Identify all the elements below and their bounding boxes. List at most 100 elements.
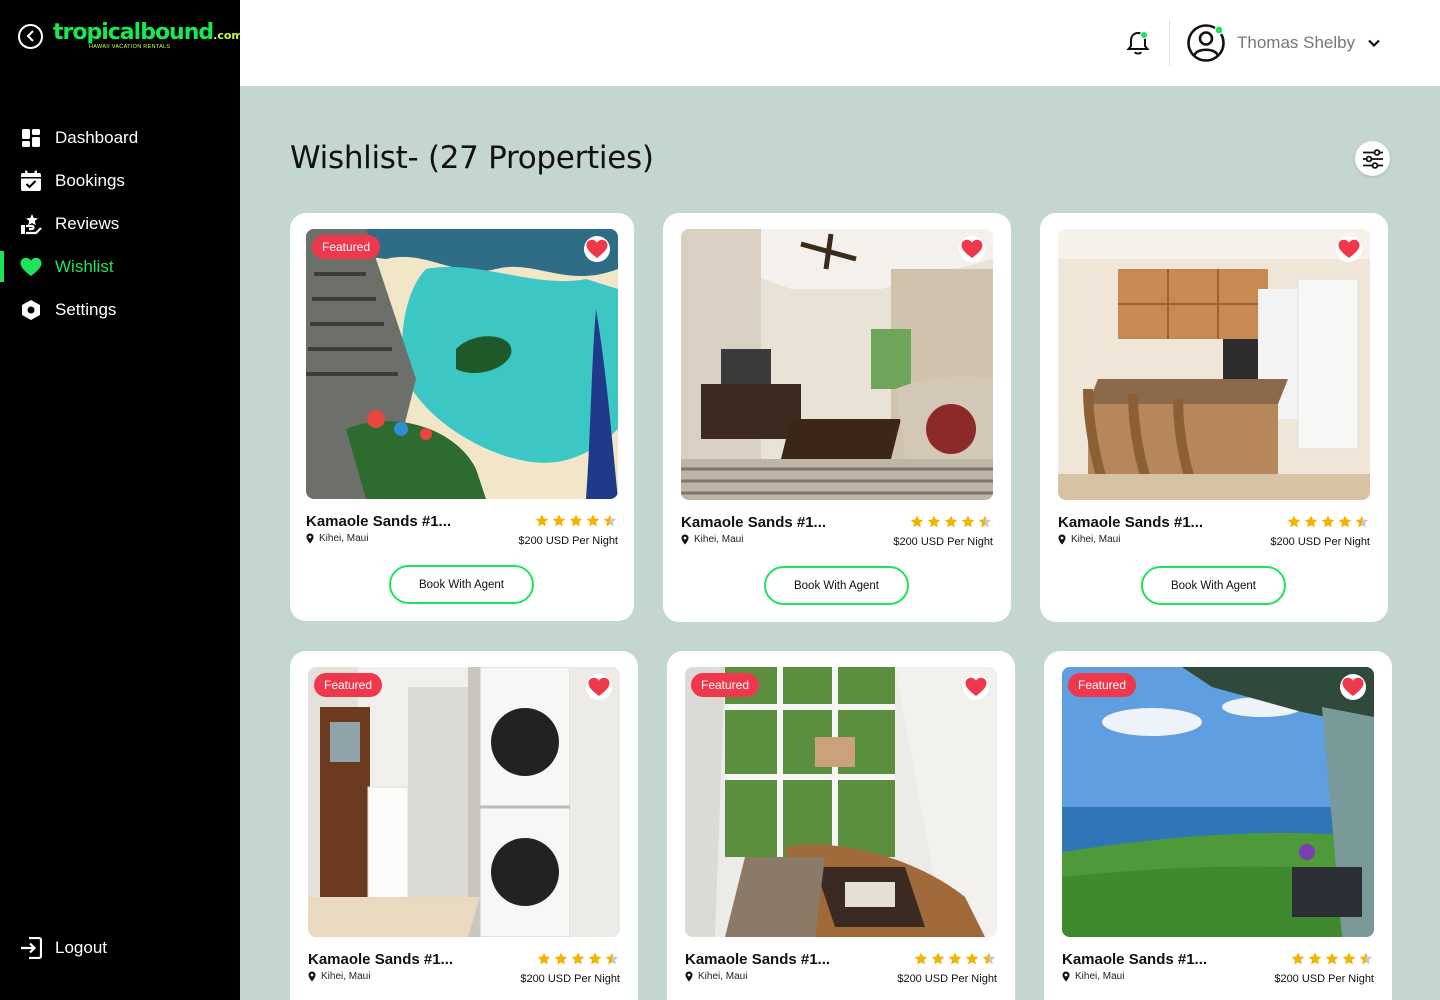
sidebar-item-label: Wishlist xyxy=(55,256,114,276)
featured-badge: Featured xyxy=(1068,673,1137,697)
heart-icon xyxy=(1338,239,1360,258)
property-card[interactable]: Kamaole Sands #1... Kihei, Maui $200 USD… xyxy=(1040,213,1388,622)
wishlist-heart-button[interactable] xyxy=(1336,236,1362,262)
sidebar-item-settings[interactable]: Settings xyxy=(0,288,240,331)
avatar xyxy=(1186,23,1226,63)
location-label: Kihei, Maui xyxy=(1071,534,1121,545)
star-icon xyxy=(1359,952,1373,965)
property-photo[interactable]: Featured xyxy=(685,667,997,937)
star-icon xyxy=(554,952,568,965)
sidebar-item-wishlist[interactable]: Wishlist xyxy=(0,245,240,288)
dashboard-icon xyxy=(20,127,42,149)
wishlist-heart-button[interactable] xyxy=(584,236,610,262)
filter-button[interactable] xyxy=(1355,141,1390,176)
star-icon xyxy=(1308,952,1322,965)
wishlist-heart-button[interactable] xyxy=(1340,674,1366,700)
settings-icon xyxy=(20,299,42,321)
sidebar-item-label: Bookings xyxy=(55,170,125,190)
property-card[interactable]: Kamaole Sands #1... Kihei, Maui $200 USD… xyxy=(663,213,1011,622)
book-with-agent-button[interactable]: Book With Agent xyxy=(764,566,909,605)
brand-logo[interactable]: tropicalbound.com HAWAII VACATION RENTAL… xyxy=(53,22,243,51)
user-menu[interactable]: Thomas Shelby xyxy=(1186,23,1381,63)
location-label: Kihei, Maui xyxy=(319,533,369,544)
logout-label: Logout xyxy=(55,938,107,957)
property-photo[interactable] xyxy=(681,229,993,500)
star-icon xyxy=(1287,515,1301,528)
heart-icon xyxy=(1342,677,1364,696)
sidebar: tropicalbound.com HAWAII VACATION RENTAL… xyxy=(0,0,243,1000)
star-icon xyxy=(571,952,585,965)
map-pin-icon xyxy=(685,971,693,982)
star-icon xyxy=(1291,952,1305,965)
wishlist-heart-button[interactable] xyxy=(959,236,985,262)
star-icon xyxy=(944,515,958,528)
star-rating xyxy=(910,515,992,528)
back-button[interactable] xyxy=(18,23,43,49)
laundry-photo xyxy=(308,667,620,937)
map-pin-icon xyxy=(681,534,689,545)
sliders-icon xyxy=(1362,148,1383,169)
beach-photo xyxy=(306,229,618,499)
property-card[interactable]: Featured Kamaole Sands #1... Kihei, Maui… xyxy=(1044,651,1392,1000)
price-per-night: $200 USD Per Night xyxy=(1274,973,1374,985)
star-rating xyxy=(535,514,617,527)
ocean-lawn-photo xyxy=(1062,667,1374,937)
map-pin-icon xyxy=(306,533,314,544)
logo-tagline: HAWAII VACATION RENTALS xyxy=(89,44,171,50)
calendar-check-icon xyxy=(20,170,42,192)
star-icon xyxy=(927,515,941,528)
property-photo[interactable]: Featured xyxy=(308,667,620,937)
property-title[interactable]: Kamaole Sands #1... xyxy=(685,951,830,968)
living-room-photo xyxy=(681,229,993,500)
map-pin-icon xyxy=(1058,534,1066,545)
star-icon xyxy=(965,952,979,965)
star-icon xyxy=(1342,952,1356,965)
property-card[interactable]: Featured Kamaole Sands #1... Kihei, Maui… xyxy=(667,651,1015,1000)
location-label: Kihei, Maui xyxy=(698,971,748,982)
logo-row: tropicalbound.com HAWAII VACATION RENTAL… xyxy=(18,22,243,51)
star-icon xyxy=(586,514,600,527)
map-pin-icon xyxy=(308,971,316,982)
chevron-left-icon xyxy=(26,30,34,42)
property-title[interactable]: Kamaole Sands #1... xyxy=(681,514,826,531)
book-with-agent-button[interactable]: Book With Agent xyxy=(1141,566,1286,605)
heart-icon xyxy=(588,677,610,696)
property-photo[interactable] xyxy=(1058,229,1370,500)
kitchen-photo xyxy=(1058,229,1370,500)
property-card[interactable]: Featured Kamaole Sands #1... Kihei, Maui… xyxy=(290,651,638,1000)
page-title: Wishlist- (27 Properties) xyxy=(290,140,654,176)
location-label: Kihei, Maui xyxy=(321,971,371,982)
star-rating xyxy=(1287,515,1369,528)
property-location: Kihei, Maui xyxy=(306,533,368,544)
map-pin-icon xyxy=(1062,971,1070,982)
wishlist-heart-button[interactable] xyxy=(586,674,612,700)
property-card[interactable]: Featured Kamaole Sands #1... Kihei, Maui… xyxy=(290,213,634,621)
property-photo[interactable]: Featured xyxy=(1062,667,1374,937)
sidebar-item-label: Dashboard xyxy=(55,127,139,147)
user-name: Thomas Shelby xyxy=(1237,33,1356,52)
sidebar-item-bookings[interactable]: Bookings xyxy=(0,159,240,202)
property-title[interactable]: Kamaole Sands #1... xyxy=(1058,514,1203,531)
header-divider xyxy=(1169,20,1170,66)
user-avatar-icon xyxy=(1187,24,1225,62)
wishlist-heart-button[interactable] xyxy=(963,674,989,700)
logo-wordmark: tropicalbound xyxy=(53,20,214,45)
property-title[interactable]: Kamaole Sands #1... xyxy=(308,951,453,968)
logout-button[interactable]: Logout xyxy=(20,936,107,960)
star-rating xyxy=(1291,952,1373,965)
property-photo[interactable]: Featured xyxy=(306,229,618,499)
notification-bell-icon[interactable] xyxy=(1126,30,1150,56)
sidebar-nav: Dashboard Bookings Reviews Wishlist Sett… xyxy=(0,116,240,331)
loft-photo xyxy=(685,667,997,937)
property-location: Kihei, Maui xyxy=(681,534,743,545)
property-title[interactable]: Kamaole Sands #1... xyxy=(306,513,451,530)
logo-suffix: .com xyxy=(213,29,243,42)
location-label: Kihei, Maui xyxy=(694,534,744,545)
book-with-agent-button[interactable]: Book With Agent xyxy=(389,565,534,604)
property-title[interactable]: Kamaole Sands #1... xyxy=(1062,951,1207,968)
price-per-night: $200 USD Per Night xyxy=(897,973,997,985)
sidebar-item-dashboard[interactable]: Dashboard xyxy=(0,116,240,159)
star-icon xyxy=(931,952,945,965)
star-icon xyxy=(978,515,992,528)
sidebar-item-reviews[interactable]: Reviews xyxy=(0,202,240,245)
